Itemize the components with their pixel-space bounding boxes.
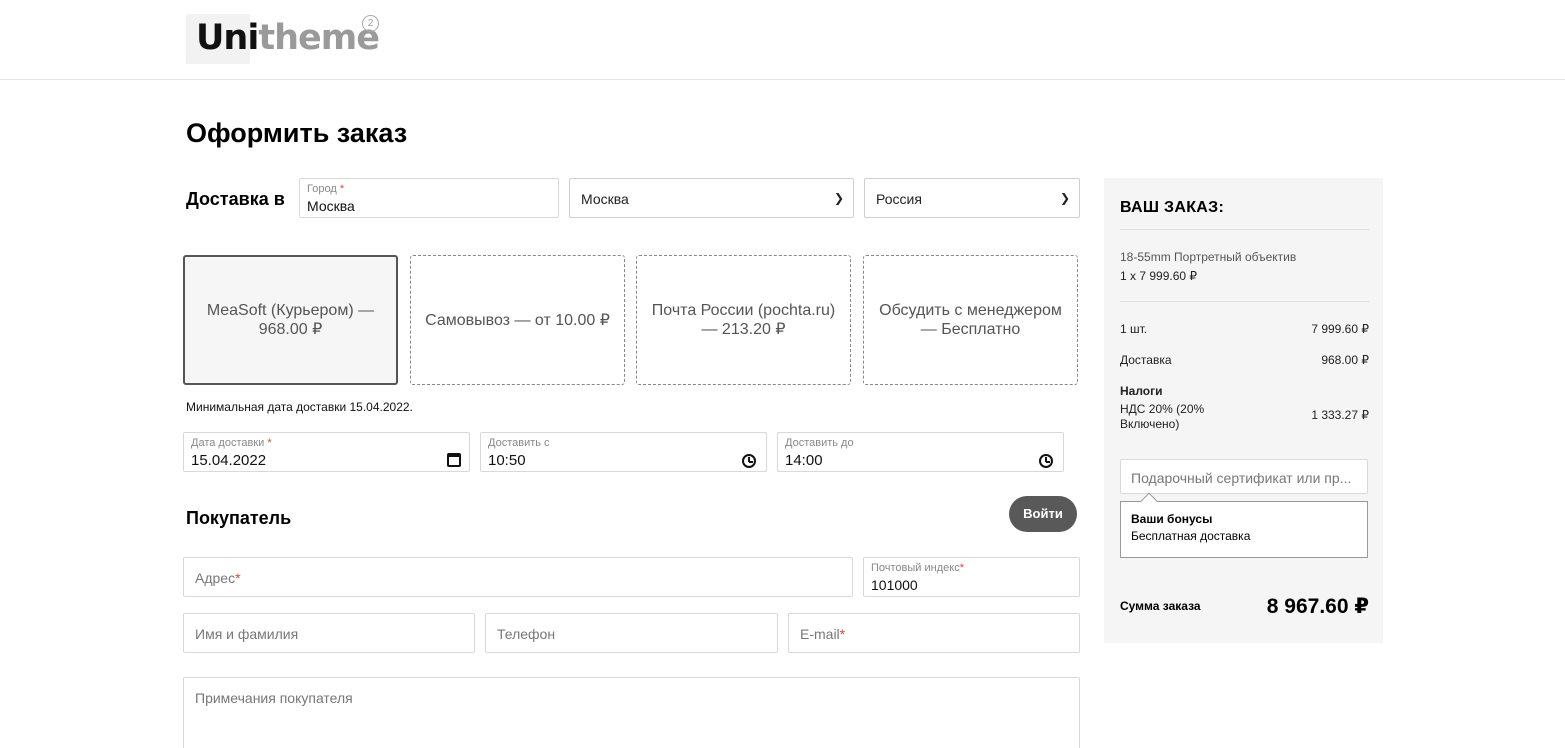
- delivery-label: Доставка в: [186, 189, 285, 209]
- bonus-title: Ваши бонусы: [1131, 512, 1213, 526]
- postcode-label: Почтовый индекс*: [871, 562, 964, 574]
- region-select[interactable]: Москва ❯: [569, 178, 854, 218]
- shipping-option-label: MeaSoft (Курьером) — 968.00 ₽: [206, 302, 375, 338]
- email-placeholder: E-mail*: [800, 626, 846, 642]
- bonus-text: Бесплатная доставка: [1131, 529, 1251, 543]
- phone-field[interactable]: Телефон: [485, 613, 778, 653]
- delivery-date-field[interactable]: Дата доставки * 15.04.2022: [183, 432, 470, 472]
- site-header: Unitheme 2: [0, 0, 1565, 80]
- order-summary: ВАШ ЗАКАЗ: 18-55mm Портретный объектив 1…: [1104, 178, 1383, 643]
- delivery-date-value: 15.04.2022: [191, 452, 267, 469]
- vat-label: НДС 20% (20% Включено): [1120, 402, 1205, 431]
- notes-placeholder: Примечания покупателя: [195, 690, 353, 706]
- vat-value: 1 333.27 ₽: [1311, 408, 1369, 422]
- chevron-down-icon: ❯: [1059, 191, 1070, 205]
- country-select[interactable]: Россия ❯: [864, 178, 1080, 218]
- login-button[interactable]: Войти: [1009, 496, 1077, 532]
- shipping-option-manager[interactable]: Обсудить с менеджером — Бесплатно: [863, 255, 1078, 385]
- order-item-name: 18-55mm Портретный объектив: [1120, 250, 1297, 264]
- delivery-cost-value: 968.00 ₽: [1321, 353, 1369, 367]
- buyer-title: Покупатель: [186, 508, 292, 528]
- delivery-from-field[interactable]: Доставить с 10:50: [480, 432, 767, 472]
- calendar-icon[interactable]: [447, 453, 461, 467]
- clock-icon[interactable]: [742, 454, 756, 468]
- shipping-option-label: Почта России (pochta.ru) — 213.20 ₽: [651, 302, 836, 338]
- bonus-pointer: [1140, 492, 1158, 510]
- shipping-option-label: Самовывоз — от 10.00 ₽: [425, 311, 610, 329]
- taxes-label: Налоги: [1120, 384, 1163, 398]
- total-value: 8 967.60 ₽: [1266, 595, 1369, 618]
- delivery-cost-label: Доставка: [1120, 353, 1172, 367]
- logo-suffix: theme: [258, 18, 380, 58]
- name-field[interactable]: Имя и фамилия: [183, 613, 475, 653]
- bonus-box: Ваши бонусы Бесплатная доставка: [1120, 492, 1368, 558]
- address-placeholder: Адрес*: [195, 570, 241, 586]
- shipping-option-courier[interactable]: MeaSoft (Курьером) — 968.00 ₽: [183, 255, 398, 385]
- delivery-to-label: Доставить до: [785, 437, 854, 449]
- shipping-option-pickup[interactable]: Самовывоз — от 10.00 ₽: [410, 255, 625, 385]
- postcode-value: 101000: [871, 577, 918, 593]
- phone-placeholder: Телефон: [497, 626, 556, 642]
- address-field[interactable]: Адрес*: [183, 557, 853, 597]
- clock-icon[interactable]: [1039, 454, 1053, 468]
- shipping-option-label: Обсудить с менеджером — Бесплатно: [879, 302, 1062, 338]
- email-field[interactable]: E-mail*: [788, 613, 1080, 653]
- delivery-to-field[interactable]: Доставить до 14:00: [777, 432, 1064, 472]
- city-field-label: Город *: [307, 183, 345, 195]
- divider: [1120, 229, 1369, 230]
- region-select-value: Москва: [581, 191, 629, 207]
- country-select-value: Россия: [876, 191, 922, 207]
- logo-text: Unitheme: [196, 18, 380, 58]
- name-placeholder: Имя и фамилия: [195, 626, 299, 642]
- min-delivery-date: Минимальная дата доставки 15.04.2022.: [186, 400, 413, 414]
- qty-total: 7 999.60 ₽: [1311, 322, 1369, 336]
- qty-label: 1 шт.: [1120, 322, 1148, 336]
- divider: [1120, 301, 1369, 302]
- city-field[interactable]: Город * Москва: [299, 178, 559, 218]
- logo[interactable]: Unitheme 2: [186, 12, 386, 66]
- order-title: ВАШ ЗАКАЗ:: [1120, 199, 1225, 216]
- postcode-field[interactable]: Почтовый индекс* 101000: [863, 557, 1080, 597]
- delivery-from-value: 10:50: [488, 452, 526, 469]
- delivery-date-label: Дата доставки *: [191, 437, 272, 449]
- coupon-input[interactable]: Подарочный сертификат или пр...: [1120, 459, 1368, 494]
- city-field-value: Москва: [307, 198, 355, 214]
- logo-prefix: Uni: [196, 18, 259, 58]
- coupon-placeholder: Подарочный сертификат или пр...: [1131, 470, 1352, 486]
- order-item-qty-price: 1 x 7 999.60 ₽: [1120, 269, 1198, 283]
- chevron-down-icon: ❯: [833, 191, 844, 205]
- delivery-from-label: Доставить с: [488, 437, 550, 449]
- logo-badge: 2: [362, 15, 379, 32]
- total-label: Сумма заказа: [1120, 599, 1201, 613]
- shipping-option-post[interactable]: Почта России (pochta.ru) — 213.20 ₽: [636, 255, 851, 385]
- notes-field[interactable]: Примечания покупателя: [183, 677, 1080, 748]
- page-title: Оформить заказ: [186, 118, 408, 148]
- delivery-to-value: 14:00: [785, 452, 823, 469]
